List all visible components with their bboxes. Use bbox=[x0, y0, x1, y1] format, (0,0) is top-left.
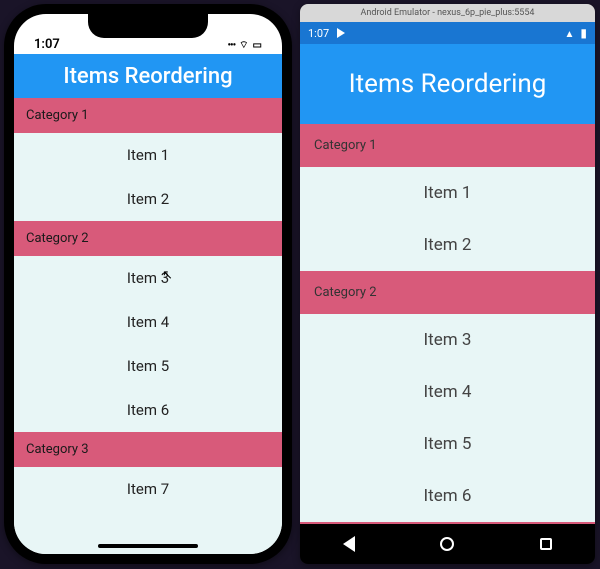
wifi-icon: ⌔ bbox=[239, 39, 248, 52]
list-item[interactable]: Item 4 bbox=[14, 300, 282, 344]
ios-screen: 1:07 ••• ⌔ ▭ Items Reordering Category 1… bbox=[14, 14, 282, 554]
ios-reorder-list[interactable]: Category 1Item 1Item 2Category 2Item 3It… bbox=[14, 98, 282, 554]
android-home-button[interactable] bbox=[439, 536, 455, 552]
category-header: Category 2 bbox=[300, 271, 595, 314]
list-item[interactable]: Item 4 bbox=[300, 366, 595, 418]
android-status-bar: 1:07 bbox=[300, 22, 595, 44]
android-reorder-list[interactable]: Category 1Item 1Item 2Category 2Item 3It… bbox=[300, 124, 595, 524]
list-item[interactable]: Item 3 bbox=[14, 256, 282, 300]
android-status-icons bbox=[564, 26, 587, 40]
ios-status-icons: ••• ⌔ ▭ bbox=[228, 39, 263, 52]
list-item[interactable]: Item 6 bbox=[14, 388, 282, 432]
ios-home-indicator[interactable] bbox=[98, 544, 198, 548]
list-item[interactable]: Item 2 bbox=[300, 219, 595, 271]
list-item[interactable]: Item 5 bbox=[300, 418, 595, 470]
android-nav-bar bbox=[300, 524, 595, 564]
android-screen: 1:07 Items Reordering Category 1Item 1It… bbox=[300, 22, 595, 524]
page-title: Items Reordering bbox=[63, 64, 232, 89]
list-item[interactable]: Item 5 bbox=[14, 344, 282, 388]
ios-device-frame: 1:07 ••• ⌔ ▭ Items Reordering Category 1… bbox=[4, 4, 292, 564]
signal-icon: ••• bbox=[228, 40, 236, 51]
android-back-button[interactable] bbox=[341, 536, 357, 552]
list-item[interactable]: Item 3 bbox=[300, 314, 595, 366]
list-item[interactable]: Item 1 bbox=[14, 133, 282, 177]
ios-time: 1:07 bbox=[34, 37, 60, 52]
page-title: Items Reordering bbox=[349, 69, 547, 99]
list-item[interactable]: Item 1 bbox=[300, 167, 595, 219]
list-item[interactable]: Item 6 bbox=[300, 470, 595, 522]
battery-icon bbox=[580, 26, 587, 40]
android-device-frame: Android Emulator - nexus_6p_pie_plus:555… bbox=[300, 4, 595, 564]
battery-icon: ▭ bbox=[253, 40, 262, 51]
emulator-titlebar: Android Emulator - nexus_6p_pie_plus:555… bbox=[300, 4, 595, 22]
android-app-header: Items Reordering bbox=[300, 44, 595, 124]
category-header: Category 1 bbox=[14, 98, 282, 133]
ios-app-header: Items Reordering bbox=[14, 54, 282, 98]
android-recents-button[interactable] bbox=[538, 536, 554, 552]
category-header: Category 3 bbox=[14, 432, 282, 467]
play-store-icon bbox=[337, 28, 345, 38]
list-item[interactable]: Item 7 bbox=[14, 467, 282, 511]
category-header: Category 3 bbox=[300, 522, 595, 524]
list-item[interactable]: Item 2 bbox=[14, 177, 282, 221]
category-header: Category 1 bbox=[300, 124, 595, 167]
android-time: 1:07 bbox=[308, 27, 329, 40]
wifi-icon bbox=[564, 27, 574, 40]
ios-notch bbox=[88, 14, 208, 38]
category-header: Category 2 bbox=[14, 221, 282, 256]
emulator-title: Android Emulator - nexus_6p_pie_plus:555… bbox=[361, 8, 535, 18]
